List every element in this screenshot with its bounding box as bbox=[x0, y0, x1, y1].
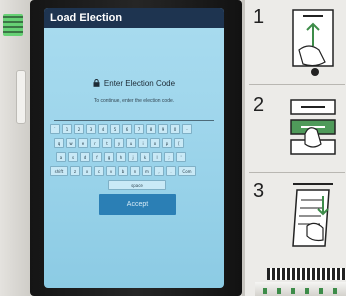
keyboard-key[interactable]: s bbox=[68, 152, 78, 162]
space-key[interactable]: space bbox=[108, 180, 166, 190]
keyboard-key[interactable]: e bbox=[78, 138, 88, 148]
accept-button[interactable]: Accept bbox=[99, 194, 176, 215]
machine-left-panel bbox=[0, 0, 30, 296]
keyboard-key[interactable]: 7 bbox=[134, 124, 144, 134]
keyboard-key[interactable]: ' bbox=[176, 152, 186, 162]
keyboard-key[interactable]: d bbox=[80, 152, 90, 162]
keyboard-key[interactable]: x bbox=[82, 166, 92, 176]
keyboard-key[interactable]: j bbox=[128, 152, 138, 162]
lock-icon bbox=[93, 79, 100, 87]
step-2-number: 2 bbox=[253, 94, 265, 116]
keyboard-key[interactable]: v bbox=[106, 166, 116, 176]
instruction-panel: 1 2 3 bbox=[242, 0, 346, 296]
election-code-input[interactable] bbox=[54, 111, 214, 121]
code-heading: Enter Election Code bbox=[44, 79, 224, 88]
keyboard-key[interactable]: k bbox=[140, 152, 150, 162]
keyboard-key[interactable]: ` bbox=[50, 124, 60, 134]
keyboard-key[interactable]: a bbox=[56, 152, 66, 162]
step-divider bbox=[249, 172, 345, 173]
keyboard-key[interactable]: 5 bbox=[110, 124, 120, 134]
cast-ballot-icon bbox=[292, 183, 333, 247]
keyboard-row-5: space bbox=[108, 180, 166, 190]
touch-screen: Load Election Enter Election Code To con… bbox=[44, 8, 224, 288]
keyboard-key[interactable]: 9 bbox=[158, 124, 168, 134]
keyboard-key[interactable]: c bbox=[94, 166, 104, 176]
keyboard-key[interactable]: r bbox=[90, 138, 100, 148]
keyboard-key[interactable]: h bbox=[116, 152, 126, 162]
keyboard-key[interactable]: Com bbox=[178, 166, 196, 176]
slot-indicator bbox=[263, 288, 343, 294]
keyboard-key[interactable]: m bbox=[142, 166, 152, 176]
keyboard-key[interactable]: b bbox=[118, 166, 128, 176]
keyboard-key[interactable]: - bbox=[182, 124, 192, 134]
keyboard-key[interactable]: i bbox=[138, 138, 148, 148]
keyboard-key[interactable]: u bbox=[126, 138, 136, 148]
keyboard-key[interactable]: 2 bbox=[74, 124, 84, 134]
scan-ballot-icon bbox=[290, 99, 336, 155]
keyboard-key[interactable]: g bbox=[104, 152, 114, 162]
keyboard-key[interactable]: . bbox=[166, 166, 176, 176]
step-3-number: 3 bbox=[253, 180, 265, 202]
status-led bbox=[3, 14, 23, 36]
keyboard-key[interactable]: 1 bbox=[62, 124, 72, 134]
keyboard-row-1: ` 1 2 3 4 5 6 7 8 9 0- bbox=[50, 124, 192, 134]
keyboard-key[interactable]: 0 bbox=[170, 124, 180, 134]
keyboard-key[interactable]: t bbox=[102, 138, 112, 148]
keyboard-key[interactable]: [ bbox=[174, 138, 184, 148]
step-divider bbox=[249, 84, 345, 85]
heading-text: Enter Election Code bbox=[103, 79, 176, 88]
keyboard-key[interactable]: n bbox=[130, 166, 140, 176]
keyboard-key[interactable]: p bbox=[162, 138, 172, 148]
keyboard-key[interactable]: 3 bbox=[86, 124, 96, 134]
step-1-number: 1 bbox=[253, 6, 265, 28]
instruction-text: To continue, enter the election code. bbox=[93, 98, 175, 104]
keyboard-key[interactable]: w bbox=[66, 138, 76, 148]
keyboard-row-2: q w e r t y u i o p[ bbox=[54, 138, 184, 148]
side-latch bbox=[16, 70, 26, 124]
keyboard-key[interactable]: q bbox=[54, 138, 64, 148]
keyboard-key[interactable]: o bbox=[150, 138, 160, 148]
keyboard-key[interactable]: shift bbox=[50, 166, 68, 176]
window-title: Load Election bbox=[44, 8, 224, 28]
keyboard-row-4: shift z x c v b n m,. Com bbox=[50, 166, 196, 176]
keyboard-key[interactable]: 4 bbox=[98, 124, 108, 134]
ballot-slot bbox=[267, 268, 346, 280]
keyboard-key[interactable]: y bbox=[114, 138, 124, 148]
keyboard-key[interactable]: ; bbox=[164, 152, 174, 162]
keyboard-key[interactable]: 6 bbox=[122, 124, 132, 134]
keyboard-key[interactable]: z bbox=[70, 166, 80, 176]
keyboard-key[interactable]: , bbox=[154, 166, 164, 176]
keyboard-key[interactable]: f bbox=[92, 152, 102, 162]
keyboard-key[interactable]: l bbox=[152, 152, 162, 162]
keyboard-key[interactable]: 8 bbox=[146, 124, 156, 134]
insert-card-icon bbox=[292, 9, 334, 76]
keyboard-row-3: a s d f g h j k l; ' bbox=[56, 152, 186, 162]
